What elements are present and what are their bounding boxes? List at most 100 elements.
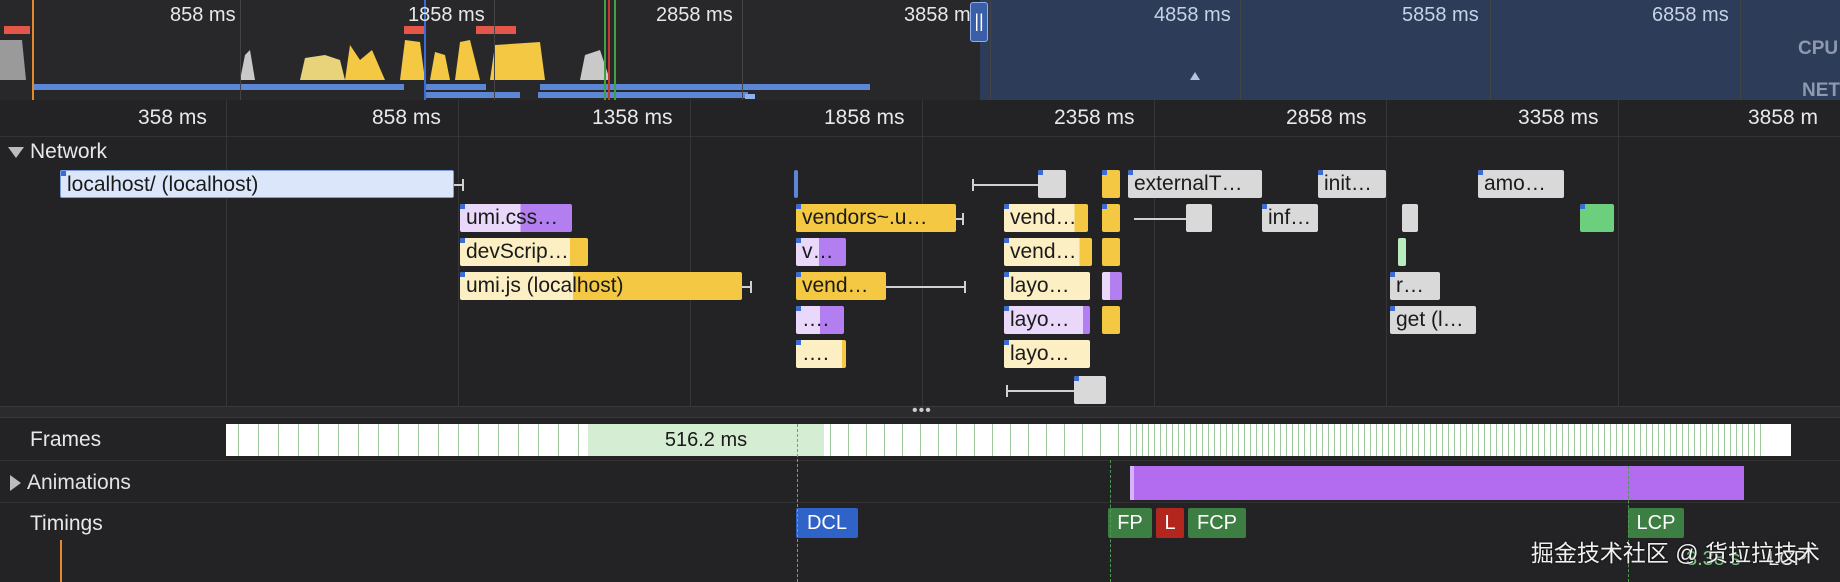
network-request-label: umi.css… bbox=[466, 206, 559, 229]
network-request[interactable] bbox=[1102, 306, 1120, 334]
network-request[interactable] bbox=[1102, 238, 1120, 266]
frame-separator bbox=[1268, 424, 1269, 456]
animation-bar[interactable] bbox=[1130, 466, 1744, 500]
overview-tick: 858 ms bbox=[170, 4, 236, 26]
frame-separator bbox=[1592, 424, 1593, 456]
frame-separator bbox=[498, 424, 499, 456]
network-request[interactable] bbox=[794, 170, 798, 198]
ruler-tick: 3358 ms bbox=[1518, 106, 1599, 129]
network-request[interactable]: …. bbox=[796, 340, 846, 368]
long-frame[interactable]: 516.2 ms bbox=[588, 424, 824, 456]
network-request[interactable]: vendors~.u… bbox=[796, 204, 956, 232]
network-request[interactable] bbox=[1102, 204, 1120, 232]
frame-separator bbox=[1748, 424, 1749, 456]
frame-separator bbox=[1370, 424, 1371, 456]
network-request[interactable]: amo… bbox=[1478, 170, 1564, 198]
network-request[interactable] bbox=[1580, 204, 1614, 232]
frame-separator bbox=[1760, 424, 1761, 456]
frame-separator bbox=[1412, 424, 1413, 456]
frame-separator bbox=[1736, 424, 1737, 456]
frame-separator bbox=[1028, 424, 1029, 456]
network-request[interactable]: …. bbox=[796, 306, 844, 334]
network-request[interactable] bbox=[1398, 238, 1406, 266]
frame-separator bbox=[1646, 424, 1647, 456]
frame-separator bbox=[1310, 424, 1311, 456]
network-request[interactable]: v… bbox=[796, 238, 846, 266]
frame-separator bbox=[1136, 424, 1137, 456]
fp-marker[interactable]: FP bbox=[1108, 508, 1152, 538]
frame-separator bbox=[1502, 424, 1503, 456]
network-request[interactable]: layo… bbox=[1004, 340, 1090, 368]
network-request[interactable]: vend… bbox=[1004, 238, 1092, 266]
network-request-label: layo… bbox=[1010, 308, 1070, 331]
expand-triangle-icon[interactable] bbox=[10, 475, 21, 492]
frame-separator bbox=[298, 424, 299, 456]
frame-separator bbox=[1670, 424, 1671, 456]
dcl-marker[interactable]: DCL bbox=[796, 508, 858, 538]
network-request[interactable] bbox=[1074, 376, 1106, 404]
frames-bar[interactable]: 516.2 ms bbox=[226, 424, 1791, 456]
load-marker[interactable]: L bbox=[1156, 508, 1184, 538]
network-request-label: vend… bbox=[1010, 240, 1077, 263]
frame-separator bbox=[1328, 424, 1329, 456]
animations-track-header[interactable]: Animations bbox=[10, 471, 131, 495]
network-request[interactable] bbox=[1038, 170, 1066, 198]
timeline-overview[interactable]: 858 ms 1858 ms 2858 ms 3858 ms 4858 ms 5… bbox=[0, 0, 1840, 101]
frame-separator bbox=[1688, 424, 1689, 456]
network-request-label: inf… bbox=[1268, 206, 1312, 229]
network-request[interactable]: layo… bbox=[1004, 306, 1090, 334]
frame-separator bbox=[1634, 424, 1635, 456]
fcp-marker[interactable]: FCP bbox=[1188, 508, 1246, 538]
network-request[interactable] bbox=[1102, 272, 1122, 300]
frame-separator bbox=[1184, 424, 1185, 456]
overview-tick: 5858 ms bbox=[1402, 4, 1479, 26]
ruler-tick: 3858 m bbox=[1748, 106, 1819, 129]
frame-separator bbox=[1484, 424, 1485, 456]
frame-separator bbox=[1652, 424, 1653, 456]
network-request[interactable]: get (l… bbox=[1390, 306, 1476, 334]
frame-separator bbox=[1556, 424, 1557, 456]
network-track-header[interactable]: Network bbox=[8, 140, 107, 164]
network-request[interactable]: devScrip… bbox=[460, 238, 588, 266]
frame-separator bbox=[956, 424, 957, 456]
frame-separator bbox=[1706, 424, 1707, 456]
frame-separator bbox=[238, 424, 239, 456]
network-request[interactable]: vend… bbox=[796, 272, 886, 300]
network-request[interactable]: r… bbox=[1390, 272, 1440, 300]
collapse-triangle-icon[interactable] bbox=[8, 146, 24, 158]
network-request[interactable]: vend… bbox=[1004, 204, 1088, 232]
frame-separator bbox=[1430, 424, 1431, 456]
frame-separator bbox=[1454, 424, 1455, 456]
frame-separator bbox=[1148, 424, 1149, 456]
network-request[interactable] bbox=[1102, 170, 1120, 198]
frame-separator bbox=[1544, 424, 1545, 456]
frame-separator bbox=[1178, 424, 1179, 456]
frame-separator bbox=[1208, 424, 1209, 456]
frame-separator bbox=[992, 424, 993, 456]
frame-separator bbox=[458, 424, 459, 456]
frame-separator bbox=[318, 424, 319, 456]
frame-separator bbox=[1232, 424, 1233, 456]
frame-separator bbox=[1700, 424, 1701, 456]
network-request[interactable]: umi.js (localhost) bbox=[460, 272, 742, 300]
frame-separator bbox=[558, 424, 559, 456]
frame-separator bbox=[378, 424, 379, 456]
animations-track-label: Animations bbox=[27, 471, 131, 494]
network-request[interactable]: externalT… bbox=[1128, 170, 1262, 198]
frame-separator bbox=[1610, 424, 1611, 456]
ruler-tick: 2858 ms bbox=[1286, 106, 1367, 129]
frame-separator bbox=[1598, 424, 1599, 456]
network-request[interactable] bbox=[1186, 204, 1212, 232]
network-request[interactable]: layo… bbox=[1004, 272, 1090, 300]
network-request[interactable] bbox=[1402, 204, 1418, 232]
network-request[interactable]: localhost/ (localhost) bbox=[60, 170, 454, 198]
frame-separator bbox=[902, 424, 903, 456]
network-request-label: v… bbox=[802, 240, 834, 263]
network-request-label: vend… bbox=[1010, 206, 1077, 229]
network-request[interactable]: umi.css… bbox=[460, 204, 572, 232]
timeline-start-marker bbox=[60, 540, 62, 582]
frame-separator bbox=[1436, 424, 1437, 456]
network-request[interactable]: inf… bbox=[1262, 204, 1318, 232]
network-request[interactable]: init… bbox=[1318, 170, 1386, 198]
range-selection-handle[interactable]: || bbox=[970, 2, 988, 42]
